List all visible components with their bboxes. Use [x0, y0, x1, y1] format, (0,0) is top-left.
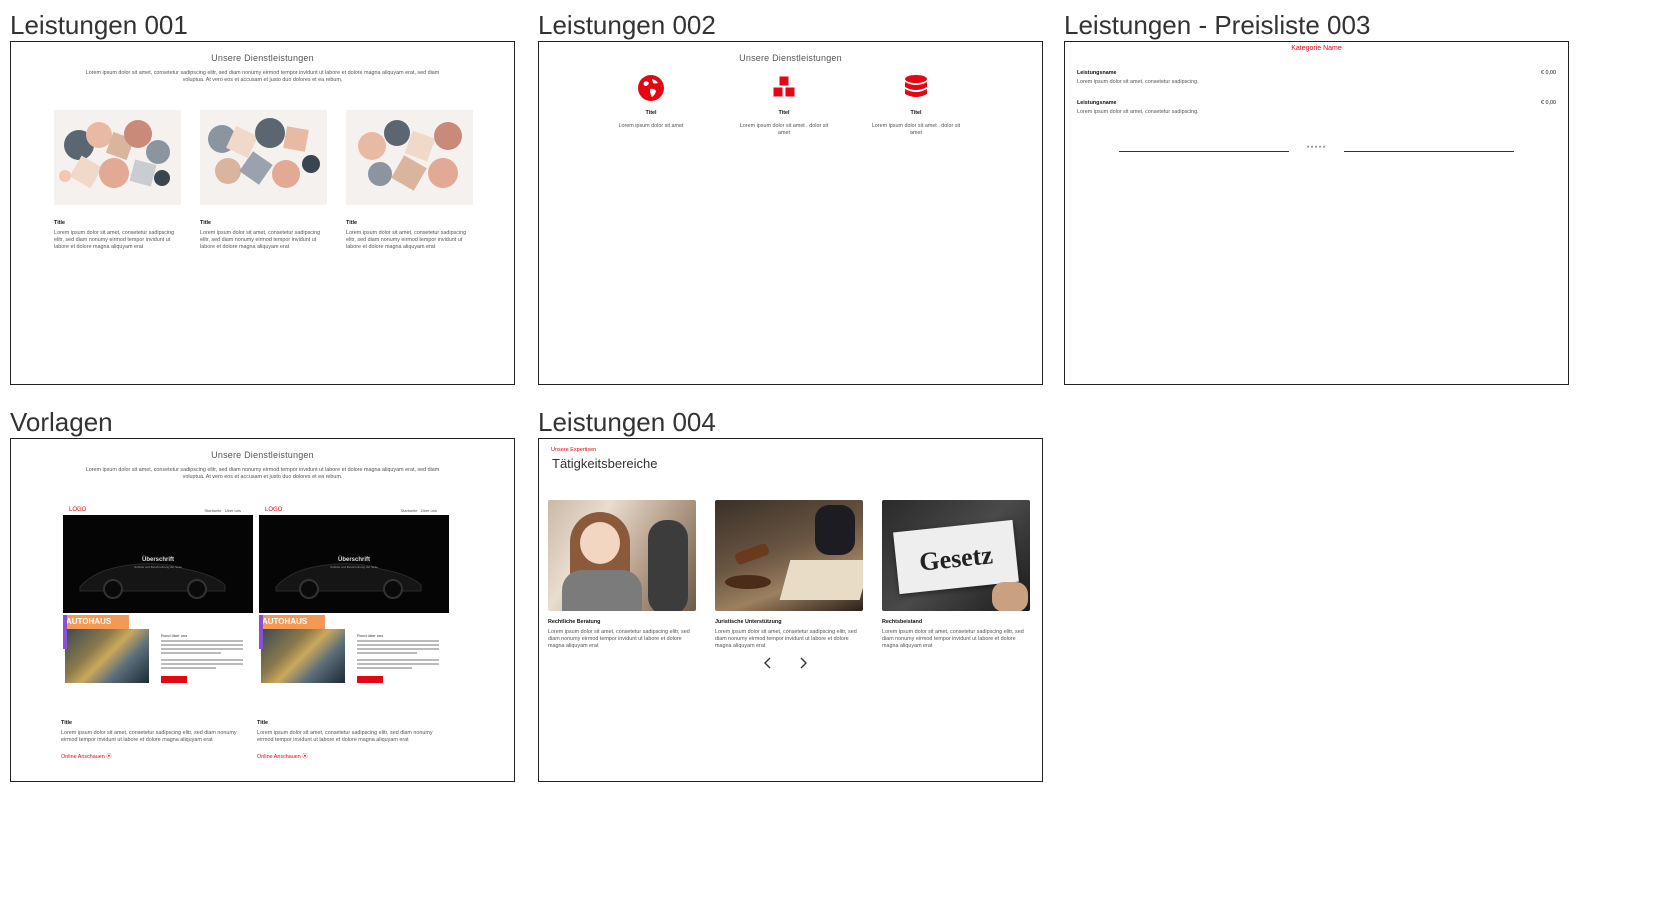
template-preview[interactable]: Unsere Dienstleistungen Titel Lorem ipsu… — [538, 41, 1043, 385]
card-title: Title — [200, 220, 211, 226]
service-item: Titel Lorem ipsum dolor sit amet . dolor… — [734, 74, 834, 137]
mock-side-title: Rund über uns — [357, 633, 384, 638]
mock-hero-subtitle: Subtitel und Beschreibung der Seite — [134, 565, 182, 569]
template-tile-leistungen-001[interactable]: Leistungen 001 Unsere Dienstleistungen L… — [10, 10, 525, 390]
mock-hero-title: Überschrift — [141, 557, 174, 563]
service-name: Leistungsname — [1077, 70, 1117, 76]
database-icon — [905, 75, 927, 97]
service-price: € 0,00 — [1541, 70, 1556, 76]
mock-badge: AUTOHAUS — [63, 615, 129, 629]
template-tile-preisliste-003[interactable]: Leistungen - Preisliste 003 Kategorie Na… — [1064, 10, 1579, 390]
tile-title: Leistungen 004 — [538, 407, 716, 437]
law-sign-photo: Gesetz — [882, 500, 1030, 611]
section-kicker: Unsere Expertisen — [551, 447, 597, 453]
card-text: Lorem ipsum dolor sit amet, consetetur s… — [882, 629, 1024, 650]
card-text: Lorem ipsum dolor sit amet, consetetur s… — [200, 230, 321, 251]
card-title: Rechtsbeistand — [882, 619, 923, 625]
mock-nav-item: Startseite — [204, 508, 222, 513]
template-preview[interactable]: Kategorie Name Leistungsname € 0,00 Lore… — [1064, 41, 1569, 385]
card-title: Title — [54, 220, 65, 226]
card-text: Lorem ipsum dolor sit amet, consetetur s… — [257, 730, 433, 744]
section-intro: Lorem ipsum dolor sit amet, consetetur s… — [85, 467, 440, 481]
mock-nav-item: Über uns — [420, 508, 437, 513]
tile-title: Leistungen 002 — [538, 10, 716, 40]
abstract-image — [346, 110, 473, 205]
abstract-image — [200, 110, 327, 205]
website-mockup: LOGO Startseite Über uns Überschrift Sub… — [63, 507, 253, 697]
section-heading: Tätigkeitsbereiche — [552, 456, 658, 471]
template-tile-leistungen-004[interactable]: Leistungen 004 Unsere Expertisen Tätigke… — [538, 407, 1053, 787]
globe-icon — [638, 75, 664, 101]
mock-nav-item: Über uns — [224, 508, 241, 513]
item-text: Lorem ipsum dolor sit amet — [618, 123, 684, 129]
gavel-photo — [715, 500, 863, 611]
service-item: Titel Lorem ipsum dolor sit amet . dolor… — [866, 74, 966, 137]
mock-hero: Überschrift Subtitel und Beschreibung de… — [259, 515, 449, 613]
template-tile-vorlagen[interactable]: Vorlagen Unsere Dienstleistungen Lorem i… — [10, 407, 525, 787]
mock-hero: Überschrift Subtitel und Beschreibung de… — [63, 515, 253, 613]
card-text: Lorem ipsum dolor sit amet, consetetur s… — [54, 230, 175, 251]
item-text: Lorem ipsum dolor sit amet . dolor sit a… — [739, 123, 829, 137]
tile-title: Leistungen 001 — [10, 10, 188, 40]
service-text: Lorem ipsum dolor sit amet, consetetur s… — [1077, 79, 1199, 85]
section-heading: Unsere Dienstleistungen — [211, 53, 314, 63]
mock-side-title: Rund über uns — [161, 633, 188, 638]
mock-logo: LOGO — [69, 507, 87, 513]
template-card[interactable]: LOGO Startseite Über uns Überschrift Sub… — [61, 507, 258, 760]
card-title: Title — [346, 220, 357, 226]
mock-photo — [259, 615, 345, 683]
online-view-link[interactable]: Online Anschauen ⦿ — [257, 752, 308, 760]
service-text: Lorem ipsum dolor sit amet, consetetur s… — [1077, 109, 1199, 115]
card-title: Title — [61, 720, 72, 726]
chevron-left-icon[interactable] — [761, 656, 775, 670]
cubes-icon — [772, 75, 796, 98]
tile-title: Vorlagen — [10, 407, 113, 437]
service-name: Leistungsname — [1077, 100, 1117, 106]
mock-button — [161, 676, 187, 683]
section-heading: Unsere Dienstleistungen — [739, 53, 842, 63]
online-view-link[interactable]: Online Anschauen ⦿ — [61, 752, 112, 760]
card-title: Rechtliche Beratung — [548, 619, 601, 625]
card-text: Lorem ipsum dolor sit amet, consetetur s… — [346, 230, 467, 251]
item-title: Titel — [910, 110, 922, 116]
mock-logo: LOGO — [265, 507, 283, 513]
mock-nav: Startseite Über uns — [205, 508, 241, 513]
consultation-photo — [548, 500, 696, 611]
mock-nav-item: Startseite — [400, 508, 418, 513]
card-text: Lorem ipsum dolor sit amet, consetetur s… — [548, 629, 690, 650]
mock-photo — [63, 615, 149, 683]
divider-line — [1119, 151, 1289, 152]
section-heading: Unsere Dienstleistungen — [211, 450, 314, 460]
card-title: Title — [257, 720, 268, 726]
template-card[interactable]: LOGO Startseite Über uns Überschrift Sub… — [257, 507, 454, 760]
card-title: Juristische Unterstützung — [715, 619, 782, 625]
mock-nav: Startseite Über uns — [401, 508, 437, 513]
service-item: Titel Lorem ipsum dolor sit amet — [601, 74, 701, 130]
chevron-right-icon[interactable] — [796, 656, 810, 670]
divider-mark: * * * * * — [1306, 146, 1326, 152]
item-title: Titel — [778, 110, 790, 116]
mock-badge: AUTOHAUS — [259, 615, 325, 629]
item-title: Titel — [645, 110, 657, 116]
template-preview[interactable]: Unsere Dienstleistungen Lorem ipsum dolo… — [10, 438, 515, 782]
template-tile-leistungen-002[interactable]: Leistungen 002 Unsere Dienstleistungen T… — [538, 10, 1053, 390]
template-preview[interactable]: Unsere Expertisen Tätigkeitsbereiche Rec… — [538, 438, 1043, 782]
abstract-image — [54, 110, 181, 205]
website-mockup: LOGO Startseite Über uns Überschrift Sub… — [259, 507, 449, 697]
mock-button — [357, 676, 383, 683]
card-text: Lorem ipsum dolor sit amet, consetetur s… — [715, 629, 857, 650]
mock-hero-title: Überschrift — [337, 557, 370, 563]
card-text: Lorem ipsum dolor sit amet, consetetur s… — [61, 730, 237, 744]
item-text: Lorem ipsum dolor sit amet . dolor sit a… — [871, 123, 961, 137]
service-price: € 0,00 — [1541, 100, 1556, 106]
category-name: Kategorie Name — [1291, 45, 1342, 52]
section-intro: Lorem ipsum dolor sit amet, consetetur s… — [85, 70, 440, 84]
template-preview[interactable]: Unsere Dienstleistungen Lorem ipsum dolo… — [10, 41, 515, 385]
divider-line — [1344, 151, 1514, 152]
tile-title: Leistungen - Preisliste 003 — [1064, 10, 1371, 40]
mock-hero-subtitle: Subtitel und Beschreibung der Seite — [330, 565, 378, 569]
